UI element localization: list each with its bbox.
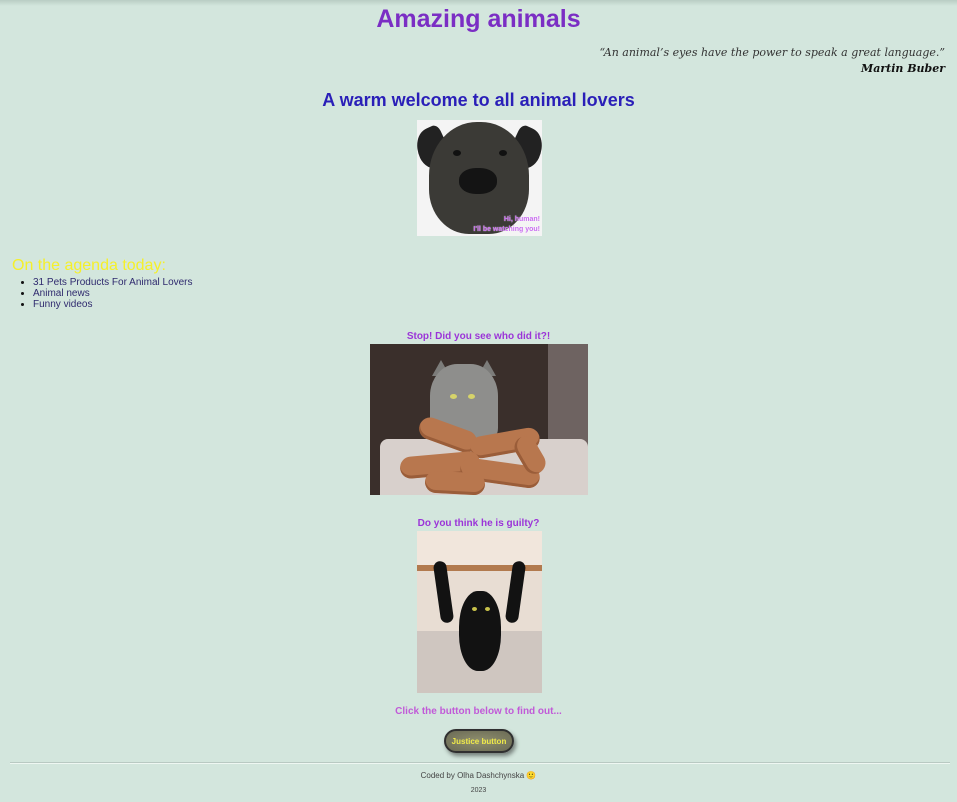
dog-caption-line2: I'll be watching you! xyxy=(473,226,540,233)
cat-sausages-photo xyxy=(370,344,588,495)
black-cat-photo xyxy=(417,531,542,693)
footer-credit: Coded by Olha Dashchynska 🙂 xyxy=(420,771,537,780)
quote-text: “An animal’s eyes have the power to spea… xyxy=(599,46,945,59)
quote-author: Martin Buber xyxy=(861,62,945,75)
dog-caption-line1: Hi, human! xyxy=(503,216,540,223)
caption-find-out: Click the button below to find out... xyxy=(395,706,562,717)
agenda-item: Animal news xyxy=(33,288,193,299)
agenda-item-videos[interactable]: Funny videos xyxy=(33,299,92,310)
caption-guilty: Do you think he is guilty? xyxy=(417,518,540,529)
site-title: Amazing animals xyxy=(376,5,581,33)
dog-photo-caption: Hi, human! I'll be watching you! xyxy=(473,215,540,235)
footer-year: 2023 xyxy=(470,787,487,794)
agenda-item-news[interactable]: Animal news xyxy=(33,288,90,299)
footer-divider xyxy=(10,762,950,764)
quote: “An animal’s eyes have the power to spea… xyxy=(600,45,945,77)
caption-stop: Stop! Did you see who did it?! xyxy=(406,331,551,342)
dog-photo: Hi, human! I'll be watching you! xyxy=(417,120,542,236)
agenda-item: Funny videos xyxy=(33,299,193,310)
welcome-heading: A warm welcome to all animal lovers xyxy=(322,90,635,110)
agenda-item: 31 Pets Products For Animal Lovers xyxy=(33,277,193,288)
agenda-list: 31 Pets Products For Animal Lovers Anima… xyxy=(12,277,193,310)
agenda-title: On the agenda today: xyxy=(12,257,166,274)
black-cat xyxy=(459,591,501,671)
agenda-item-products[interactable]: 31 Pets Products For Animal Lovers xyxy=(33,277,193,288)
justice-button[interactable]: Justice button xyxy=(444,729,514,753)
